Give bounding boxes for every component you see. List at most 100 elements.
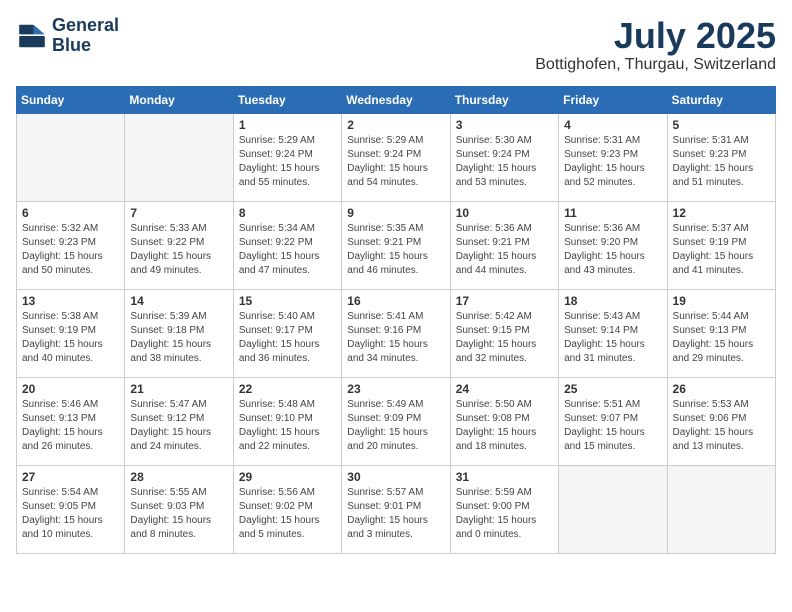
calendar-cell bbox=[17, 113, 125, 201]
day-number: 18 bbox=[564, 294, 661, 308]
calendar-cell: 19 Sunrise: 5:44 AM Sunset: 9:13 PM Dayli… bbox=[667, 289, 775, 377]
day-info: Sunrise: 5:57 AM Sunset: 9:01 PM Dayligh… bbox=[347, 486, 444, 542]
day-number: 31 bbox=[456, 470, 553, 484]
logo-text: General Blue bbox=[52, 16, 119, 56]
calendar-cell: 30Sunrise: 5:57 AM Sunset: 9:01 PM Dayli… bbox=[342, 465, 450, 553]
weekday-header: Thursday bbox=[450, 86, 558, 113]
day-info: Sunrise: 5:31 AM Sunset: 9:23 PM Dayligh… bbox=[673, 134, 770, 190]
day-info: Sunrise: 5:32 AM Sunset: 9:23 PM Dayligh… bbox=[22, 222, 119, 278]
calendar-cell: 16 Sunrise: 5:41 AM Sunset: 9:16 PM Dayli… bbox=[342, 289, 450, 377]
day-info: Sunrise: 5:29 AM Sunset: 9:24 PM Dayligh… bbox=[239, 134, 336, 190]
logo: General Blue bbox=[16, 16, 119, 56]
day-number: 12 bbox=[673, 206, 770, 220]
day-number: 8 bbox=[239, 206, 336, 220]
month-title: July 2025 bbox=[535, 16, 776, 56]
day-number: 24 bbox=[456, 382, 553, 396]
day-info: Sunrise: 5:35 AM Sunset: 9:21 PM Dayligh… bbox=[347, 222, 444, 278]
day-info: Sunrise: 5:56 AM Sunset: 9:02 PM Dayligh… bbox=[239, 486, 336, 542]
day-info: Sunrise: 5:36 AM Sunset: 9:21 PM Dayligh… bbox=[456, 222, 553, 278]
day-number: 1 bbox=[239, 118, 336, 132]
calendar-cell: 28 Sunrise: 5:55 AM Sunset: 9:03 PM Dayli… bbox=[125, 465, 233, 553]
day-number: 27 bbox=[22, 470, 119, 484]
day-number: 19 bbox=[673, 294, 770, 308]
calendar-cell: 1 Sunrise: 5:29 AM Sunset: 9:24 PM Daylig… bbox=[233, 113, 341, 201]
day-info: Sunrise: 5:41 AM Sunset: 9:16 PM Dayligh… bbox=[347, 310, 444, 366]
day-number: 9 bbox=[347, 206, 444, 220]
calendar-cell: 20 Sunrise: 5:46 AM Sunset: 9:13 PM Dayli… bbox=[17, 377, 125, 465]
day-info: Sunrise: 5:43 AM Sunset: 9:14 PM Dayligh… bbox=[564, 310, 661, 366]
calendar-cell: 2 Sunrise: 5:29 AM Sunset: 9:24 PM Daylig… bbox=[342, 113, 450, 201]
day-number: 21 bbox=[130, 382, 227, 396]
calendar-cell: 13 Sunrise: 5:38 AM Sunset: 9:19 PM Dayli… bbox=[17, 289, 125, 377]
calendar-cell: 17 Sunrise: 5:42 AM Sunset: 9:15 PM Dayli… bbox=[450, 289, 558, 377]
calendar-cell: 3Sunrise: 5:30 AM Sunset: 9:24 PM Daylig… bbox=[450, 113, 558, 201]
day-info: Sunrise: 5:48 AM Sunset: 9:10 PM Dayligh… bbox=[239, 398, 336, 454]
calendar-cell: 23Sunrise: 5:49 AM Sunset: 9:09 PM Dayli… bbox=[342, 377, 450, 465]
day-info: Sunrise: 5:34 AM Sunset: 9:22 PM Dayligh… bbox=[239, 222, 336, 278]
calendar-cell: 18 Sunrise: 5:43 AM Sunset: 9:14 PM Dayli… bbox=[559, 289, 667, 377]
day-info: Sunrise: 5:44 AM Sunset: 9:13 PM Dayligh… bbox=[673, 310, 770, 366]
calendar-cell: 27 Sunrise: 5:54 AM Sunset: 9:05 PM Dayli… bbox=[17, 465, 125, 553]
day-info: Sunrise: 5:37 AM Sunset: 9:19 PM Dayligh… bbox=[673, 222, 770, 278]
calendar-cell bbox=[125, 113, 233, 201]
day-number: 17 bbox=[456, 294, 553, 308]
calendar-cell: 7Sunrise: 5:33 AM Sunset: 9:22 PM Daylig… bbox=[125, 201, 233, 289]
day-number: 4 bbox=[564, 118, 661, 132]
day-number: 6 bbox=[22, 206, 119, 220]
day-info: Sunrise: 5:29 AM Sunset: 9:24 PM Dayligh… bbox=[347, 134, 444, 190]
day-info: Sunrise: 5:36 AM Sunset: 9:20 PM Dayligh… bbox=[564, 222, 661, 278]
day-number: 20 bbox=[22, 382, 119, 396]
calendar-cell: 11 Sunrise: 5:36 AM Sunset: 9:20 PM Dayli… bbox=[559, 201, 667, 289]
weekday-header: Wednesday bbox=[342, 86, 450, 113]
calendar-cell: 12 Sunrise: 5:37 AM Sunset: 9:19 PM Dayli… bbox=[667, 201, 775, 289]
calendar-cell: 15 Sunrise: 5:40 AM Sunset: 9:17 PM Dayli… bbox=[233, 289, 341, 377]
day-info: Sunrise: 5:46 AM Sunset: 9:13 PM Dayligh… bbox=[22, 398, 119, 454]
calendar-cell: 24 Sunrise: 5:50 AM Sunset: 9:08 PM Dayli… bbox=[450, 377, 558, 465]
day-number: 14 bbox=[130, 294, 227, 308]
calendar-cell: 10 Sunrise: 5:36 AM Sunset: 9:21 PM Dayli… bbox=[450, 201, 558, 289]
calendar-cell: 4 Sunrise: 5:31 AM Sunset: 9:23 PM Daylig… bbox=[559, 113, 667, 201]
weekday-header: Monday bbox=[125, 86, 233, 113]
weekday-header: Saturday bbox=[667, 86, 775, 113]
calendar-cell bbox=[667, 465, 775, 553]
calendar-cell: 21 Sunrise: 5:47 AM Sunset: 9:12 PM Dayli… bbox=[125, 377, 233, 465]
weekday-header: Tuesday bbox=[233, 86, 341, 113]
day-info: Sunrise: 5:53 AM Sunset: 9:06 PM Dayligh… bbox=[673, 398, 770, 454]
day-number: 26 bbox=[673, 382, 770, 396]
day-info: Sunrise: 5:31 AM Sunset: 9:23 PM Dayligh… bbox=[564, 134, 661, 190]
day-info: Sunrise: 5:49 AM Sunset: 9:09 PM Dayligh… bbox=[347, 398, 444, 454]
calendar-cell: 5 Sunrise: 5:31 AM Sunset: 9:23 PM Daylig… bbox=[667, 113, 775, 201]
day-info: Sunrise: 5:38 AM Sunset: 9:19 PM Dayligh… bbox=[22, 310, 119, 366]
day-number: 29 bbox=[239, 470, 336, 484]
day-number: 15 bbox=[239, 294, 336, 308]
calendar-cell: 8 Sunrise: 5:34 AM Sunset: 9:22 PM Daylig… bbox=[233, 201, 341, 289]
day-number: 2 bbox=[347, 118, 444, 132]
calendar-table: SundayMondayTuesdayWednesdayThursdayFrid… bbox=[16, 86, 776, 554]
day-number: 13 bbox=[22, 294, 119, 308]
weekday-header: Sunday bbox=[17, 86, 125, 113]
day-number: 10 bbox=[456, 206, 553, 220]
day-number: 5 bbox=[673, 118, 770, 132]
day-number: 22 bbox=[239, 382, 336, 396]
calendar-cell: 14 Sunrise: 5:39 AM Sunset: 9:18 PM Dayli… bbox=[125, 289, 233, 377]
day-info: Sunrise: 5:40 AM Sunset: 9:17 PM Dayligh… bbox=[239, 310, 336, 366]
day-info: Sunrise: 5:47 AM Sunset: 9:12 PM Dayligh… bbox=[130, 398, 227, 454]
day-number: 11 bbox=[564, 206, 661, 220]
day-number: 28 bbox=[130, 470, 227, 484]
day-info: Sunrise: 5:55 AM Sunset: 9:03 PM Dayligh… bbox=[130, 486, 227, 542]
page-header: General Blue July 2025 Bottighofen, Thur… bbox=[16, 16, 776, 74]
calendar-cell: 29 Sunrise: 5:56 AM Sunset: 9:02 PM Dayli… bbox=[233, 465, 341, 553]
day-info: Sunrise: 5:42 AM Sunset: 9:15 PM Dayligh… bbox=[456, 310, 553, 366]
calendar-cell: 22 Sunrise: 5:48 AM Sunset: 9:10 PM Dayli… bbox=[233, 377, 341, 465]
calendar-cell: 6 Sunrise: 5:32 AM Sunset: 9:23 PM Daylig… bbox=[17, 201, 125, 289]
day-number: 16 bbox=[347, 294, 444, 308]
calendar-cell: 9 Sunrise: 5:35 AM Sunset: 9:21 PM Daylig… bbox=[342, 201, 450, 289]
logo-icon bbox=[16, 20, 48, 52]
day-info: Sunrise: 5:39 AM Sunset: 9:18 PM Dayligh… bbox=[130, 310, 227, 366]
calendar-header: SundayMondayTuesdayWednesdayThursdayFrid… bbox=[17, 86, 776, 113]
day-number: 25 bbox=[564, 382, 661, 396]
day-number: 7 bbox=[130, 206, 227, 220]
day-info: Sunrise: 5:54 AM Sunset: 9:05 PM Dayligh… bbox=[22, 486, 119, 542]
day-info: Sunrise: 5:50 AM Sunset: 9:08 PM Dayligh… bbox=[456, 398, 553, 454]
location: Bottighofen, Thurgau, Switzerland bbox=[535, 56, 776, 74]
